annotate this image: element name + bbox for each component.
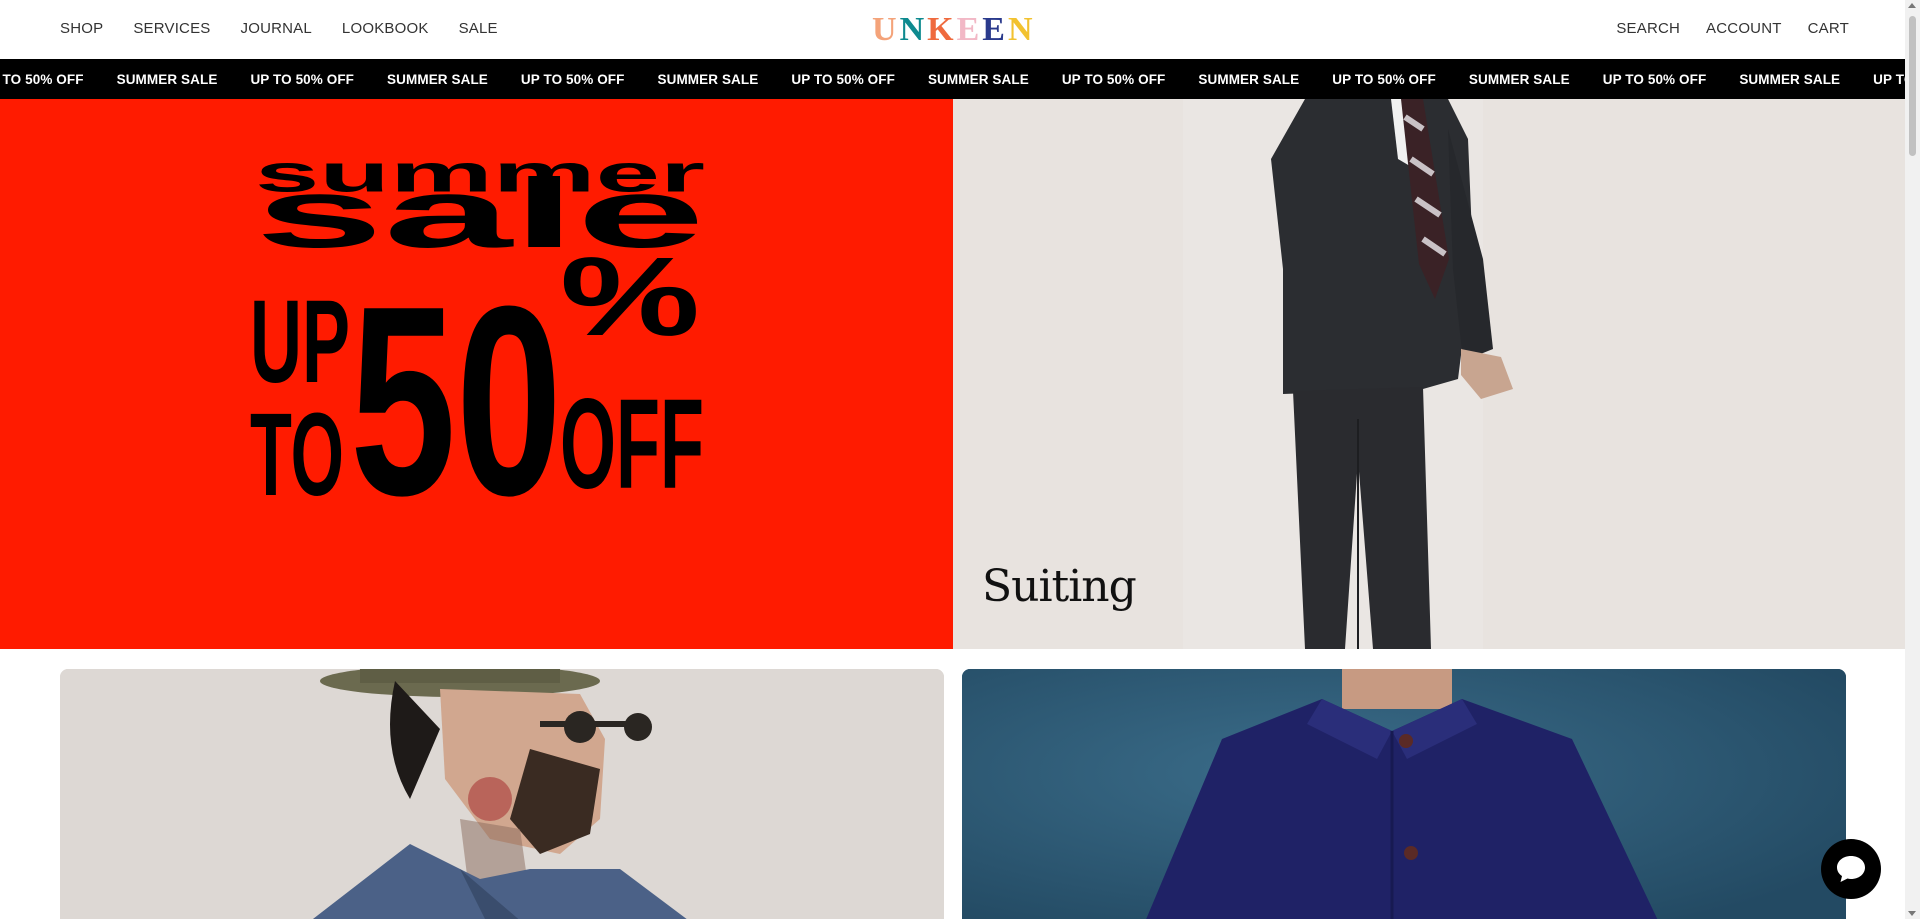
logo-letter: E [956, 11, 980, 48]
sale-off: OFF [560, 373, 704, 516]
nav-services[interactable]: SERVICES [133, 20, 210, 37]
scroll-up-arrow-icon[interactable] [1908, 3, 1916, 8]
nav-shop[interactable]: SHOP [60, 20, 103, 37]
logo-letter: K [927, 11, 954, 48]
marquee-item: SUMMER SALE [927, 71, 1029, 87]
marquee-item: SUMMER SALE [1198, 71, 1300, 87]
marquee-item: UP TO 50% OFF [250, 71, 355, 87]
marquee-item: SUMMER SALE [116, 71, 218, 87]
logo-letter: N [899, 11, 925, 48]
sale-artwork: summer sale UP TO 50 % OFF [250, 145, 705, 552]
marquee-item: UP TO 50% OFF [791, 71, 895, 87]
marquee-item: SUMMER SALE [387, 71, 488, 87]
navy-jacket-model-image [962, 669, 1846, 919]
sale-to: TO [250, 389, 344, 521]
marquee-item: UP TO 50% OFF [520, 71, 625, 87]
utility-nav: SEARCH ACCOUNT CART [1616, 20, 1849, 37]
product-card-hat-model[interactable] [60, 669, 944, 919]
marquee-item: SUMMER SALE [1739, 71, 1841, 87]
main-nav: SHOP SERVICES JOURNAL LOOKBOOK SALE [60, 20, 498, 37]
promo-marquee: UP TO 50% OFF SUMMER SALE UP TO 50% OFF SUM… [0, 59, 1905, 99]
logo-letter: N [1007, 11, 1033, 48]
suiting-label: Suiting [982, 561, 1137, 612]
brand-logo[interactable]: U N K E E N [872, 11, 1033, 48]
chat-bubble-icon [1837, 856, 1865, 882]
nav-cart[interactable]: CART [1808, 20, 1849, 37]
nav-lookbook[interactable]: LOOKBOOK [342, 20, 429, 37]
suiting-banner[interactable]: Suiting [953, 99, 1905, 649]
marquee-item: UP TO 50% OFF [0, 71, 84, 87]
hat-model-image [60, 669, 944, 919]
scroll-thumb[interactable] [1909, 16, 1916, 156]
chat-button[interactable] [1821, 839, 1881, 899]
marquee-item: SUMMER SALE [1468, 71, 1570, 87]
page-scrollbar[interactable] [1905, 0, 1920, 919]
marquee-item: UP TO 50% OFF [1332, 71, 1436, 87]
sale-percent: % [560, 234, 700, 359]
nav-journal[interactable]: JOURNAL [241, 20, 312, 37]
logo-letter: E [982, 11, 1005, 48]
scroll-down-arrow-icon[interactable] [1908, 911, 1916, 916]
nav-account[interactable]: ACCOUNT [1706, 20, 1782, 37]
marquee-item: UP TO 50% OFF [1061, 71, 1166, 87]
marquee-item: UP TO 50% OFF [1602, 71, 1707, 87]
site-header: SHOP SERVICES JOURNAL LOOKBOOK SALE U N … [0, 0, 1905, 59]
nav-sale[interactable]: SALE [459, 20, 498, 37]
sale-number: 50 [350, 251, 562, 552]
summer-sale-banner[interactable]: summer sale UP TO 50 % OFF [0, 99, 953, 649]
logo-letter: U [872, 11, 897, 48]
product-card-navy-jacket[interactable] [962, 669, 1846, 919]
marquee-track: UP TO 50% OFF SUMMER SALE UP TO 50% OFF SUM… [0, 59, 1905, 99]
marquee-item: UP TO 50% OFF [1873, 71, 1905, 87]
marquee-item: SUMMER SALE [657, 71, 759, 87]
nav-search[interactable]: SEARCH [1616, 20, 1680, 37]
